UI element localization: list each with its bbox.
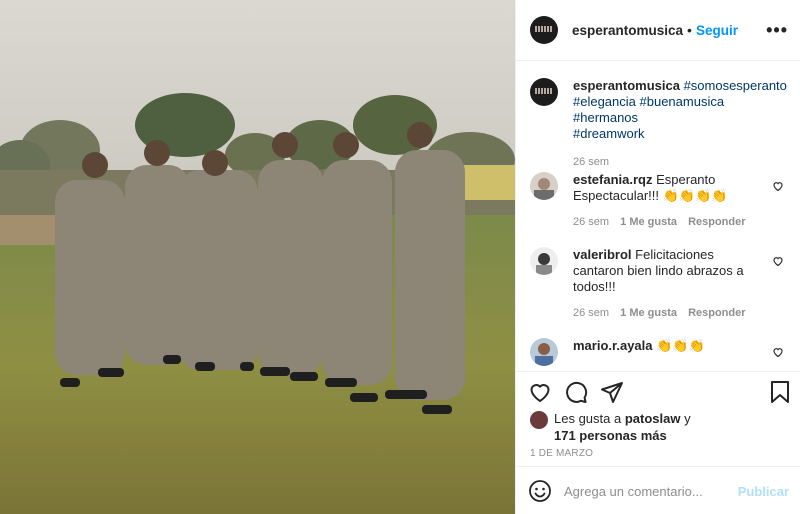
likes-summary: Les gusta a patoslaw y 171 personas más	[530, 410, 691, 444]
follow-button[interactable]: Seguir	[696, 23, 738, 38]
commenter-username[interactable]: valeribrol	[573, 247, 632, 262]
author-username[interactable]: esperantomusica	[572, 23, 683, 38]
commenter-username[interactable]: mario.r.ayala	[573, 338, 653, 353]
caption-username[interactable]: esperantomusica	[573, 78, 680, 93]
avatar-image	[534, 178, 554, 200]
comment-item: mario.r.ayala 👏👏👏	[530, 338, 792, 366]
avatar-image	[536, 253, 552, 275]
commenter-avatar[interactable]	[530, 338, 558, 366]
share-icon[interactable]	[600, 380, 624, 404]
comment-likes[interactable]: 1 Me gusta	[620, 216, 677, 228]
caption-time[interactable]: 26 sem	[573, 154, 792, 170]
hashtag-link[interactable]: #buenamusica	[640, 94, 725, 109]
post-header: esperantomusica • Seguir •••	[516, 0, 800, 61]
liker-username[interactable]: patoslaw	[625, 411, 681, 426]
add-comment-bar: Publicar	[516, 466, 800, 514]
comment-item: valeribrol Felicitaciones cantaron bien …	[530, 247, 792, 321]
comment-input[interactable]	[564, 483, 734, 499]
commenter-avatar[interactable]	[530, 247, 558, 275]
reply-button[interactable]: Responder	[688, 216, 745, 228]
likes-prefix: Les gusta a	[554, 411, 622, 426]
comment-likes[interactable]: 1 Me gusta	[620, 307, 677, 319]
like-comment-icon[interactable]	[772, 346, 784, 358]
heart-icon[interactable]	[528, 380, 552, 404]
likes-joiner: y	[684, 411, 691, 426]
comment-time[interactable]: 26 sem	[573, 307, 609, 319]
likes-count[interactable]: 171 personas más	[554, 428, 667, 443]
comment-item: estefania.rqz Esperanto Espectacular!!! …	[530, 172, 792, 230]
post-date[interactable]: 1 DE MARZO	[530, 448, 593, 459]
post-photo-image	[0, 0, 515, 514]
comment-time[interactable]: 26 sem	[573, 216, 609, 228]
post-caption: esperantomusica #somosesperanto #eleganc…	[530, 78, 792, 170]
post-sidebar: esperantomusica • Seguir ••• esperantomu…	[515, 0, 800, 514]
separator-dot: •	[687, 22, 692, 38]
commenter-username[interactable]: estefania.rqz	[573, 172, 652, 187]
comment-icon[interactable]	[564, 380, 588, 404]
bookmark-icon[interactable]	[769, 380, 791, 404]
hashtag-link[interactable]: #somosesperanto	[684, 78, 787, 93]
reply-button[interactable]: Responder	[688, 307, 745, 319]
post-photo[interactable]	[0, 0, 515, 514]
avatar-image	[535, 343, 553, 366]
caption-avatar[interactable]	[530, 78, 558, 106]
post-comment-button[interactable]: Publicar	[738, 484, 789, 499]
more-icon[interactable]: •••	[766, 20, 788, 41]
comment-text: 👏👏👏	[656, 338, 705, 353]
hashtag-link[interactable]: #elegancia	[573, 94, 636, 109]
emoji-icon[interactable]	[528, 479, 552, 503]
like-comment-icon[interactable]	[772, 255, 784, 267]
like-comment-icon[interactable]	[772, 180, 784, 192]
author-avatar[interactable]	[530, 16, 558, 44]
post-actions: Les gusta a patoslaw y 171 personas más …	[516, 371, 800, 514]
commenter-avatar[interactable]	[530, 172, 558, 200]
hashtag-link[interactable]: #hermanos	[573, 110, 638, 125]
liker-avatar[interactable]	[530, 411, 548, 429]
hashtag-link[interactable]: #dreamwork	[573, 126, 645, 141]
